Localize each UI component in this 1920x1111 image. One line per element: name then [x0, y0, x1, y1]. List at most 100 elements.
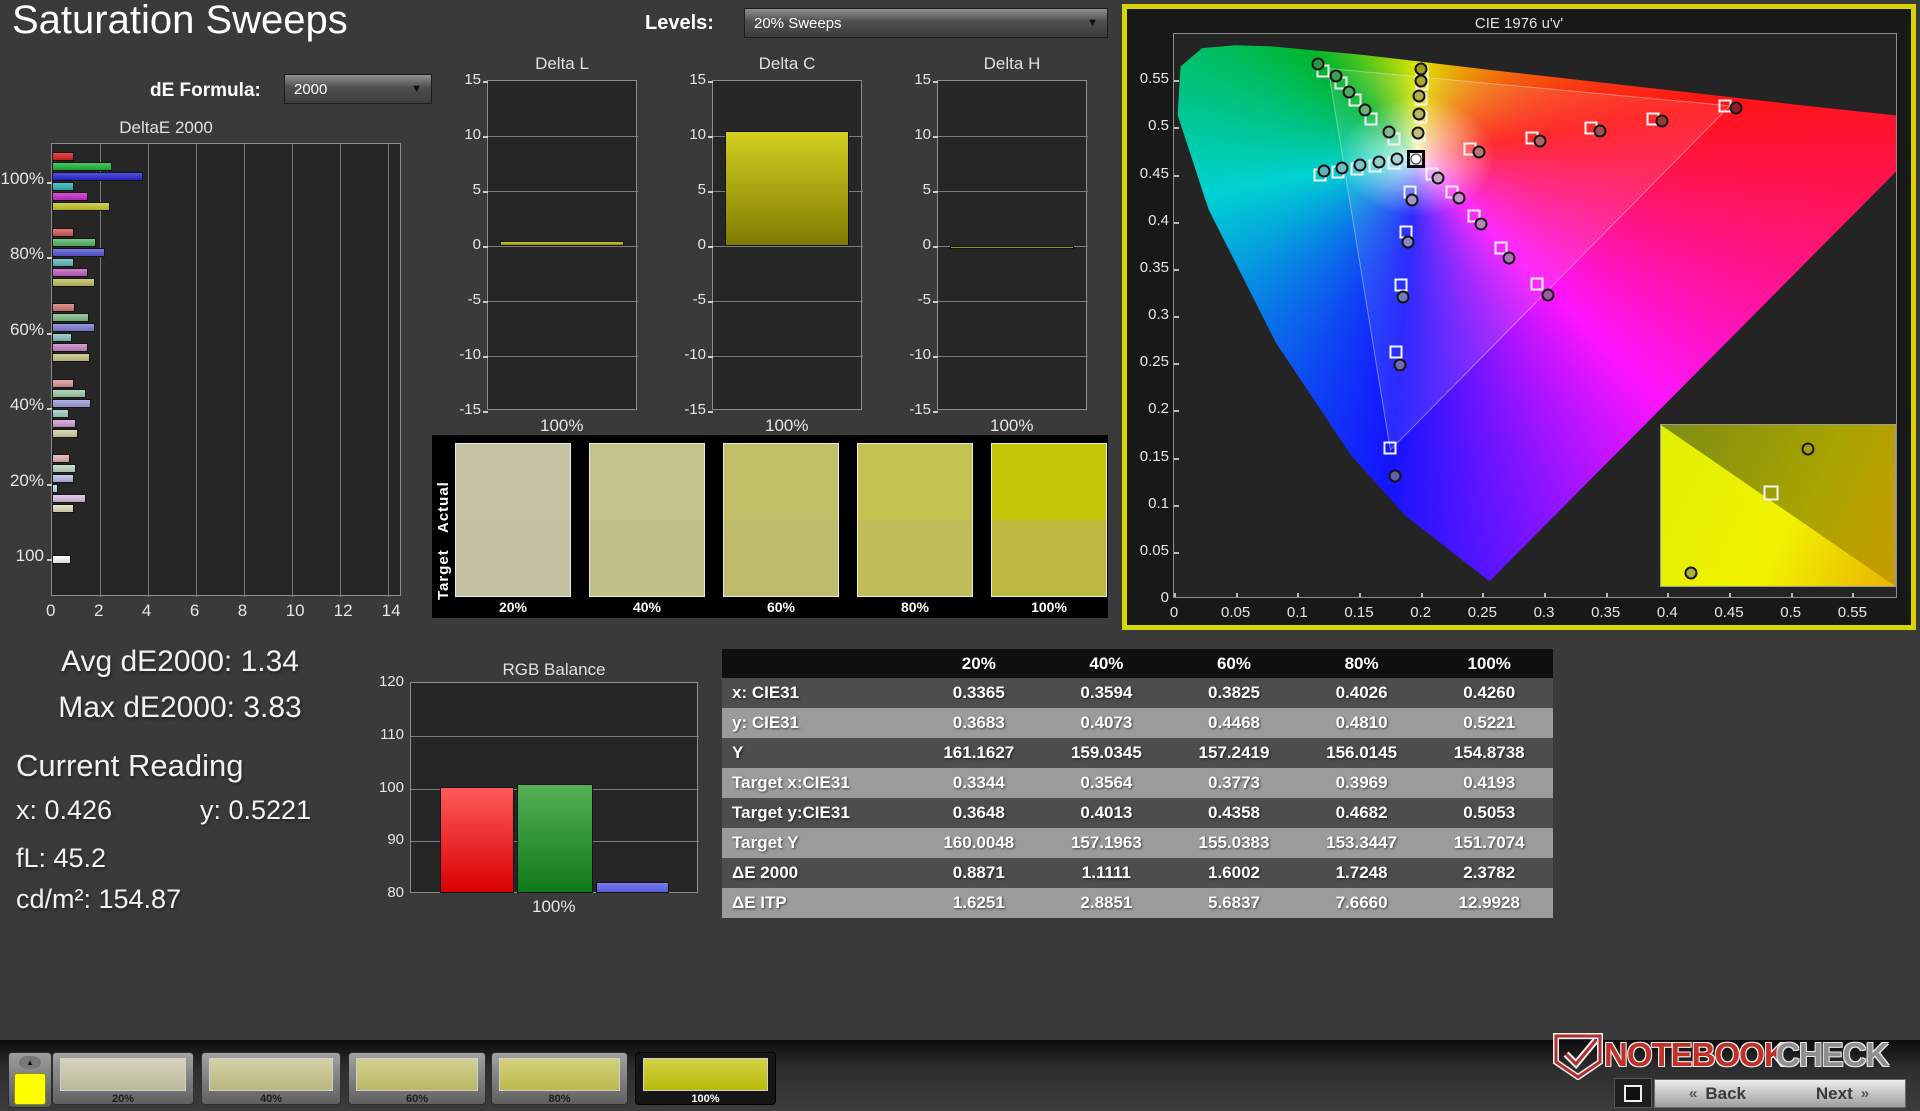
table-cell: 0.3969 [1298, 768, 1426, 798]
axis-tick [1174, 458, 1179, 460]
table-cell: 1.6002 [1170, 858, 1298, 888]
thumbnail-swatch [499, 1058, 620, 1091]
table-cell: 0.3773 [1170, 768, 1298, 798]
inset-target-square [1763, 485, 1778, 500]
table-cell: 0.3648 [915, 798, 1043, 828]
cie-x-tick-label: 0.05 [1221, 604, 1251, 621]
measured-point-red [1534, 134, 1547, 147]
next-button[interactable]: Next » [1780, 1079, 1906, 1108]
table-cell: 157.1963 [1043, 828, 1171, 858]
target-row-label: Target [435, 530, 452, 600]
table-cell: 0.3344 [915, 768, 1043, 798]
cie-1976-uv-panel: CIE 1976 u'v'0.550.50.450.40.350.30.250.… [1122, 4, 1916, 630]
thumbnail-label: 20% [53, 1093, 193, 1105]
table-cell: 0.4073 [1043, 708, 1171, 738]
x-category-label: 100% [765, 416, 808, 436]
thumbnail-100%[interactable]: 100% [635, 1052, 776, 1105]
de-bar-60%-5 [52, 353, 90, 362]
table-cell: 0.5221 [1425, 708, 1553, 738]
de-bar-100%-4 [52, 192, 88, 201]
table-grid: 20%40%60%80%100%x: CIE310.33650.35940.38… [722, 649, 1553, 918]
swatch-label: 60% [723, 599, 839, 615]
cie-y-tick-label: 0.35 [1129, 259, 1169, 276]
de-bar-60%-0 [52, 303, 75, 312]
y-tick-label: 10 [901, 126, 931, 143]
delta_l-plot [487, 80, 637, 410]
axis-tick [1174, 175, 1179, 177]
measured-point-cyan [1318, 164, 1331, 177]
de-bar-20%-4 [52, 494, 86, 503]
de-bar-20%-5 [52, 504, 74, 513]
table-cell: 5.6837 [1170, 888, 1298, 918]
row-label: Target Y [722, 828, 915, 858]
measured-point-yellow [1414, 62, 1427, 75]
de-bar-40%-2 [52, 399, 91, 408]
current-fl-value: fL: 45.2 [16, 843, 106, 874]
y-tick-label: 15 [451, 71, 481, 88]
current-x-value: x: 0.426 [16, 795, 112, 826]
x-tick-label: 2 [94, 601, 103, 621]
swatch-label: 40% [589, 599, 705, 615]
x-category-label: 100% [990, 416, 1033, 436]
y-tick-label: -10 [901, 346, 931, 363]
measured-point-cyan [1372, 156, 1385, 169]
measured-point-blue [1393, 359, 1406, 372]
cie-inset-dark-half [1661, 425, 1895, 586]
de-bar-40%-0 [52, 379, 74, 388]
column-header-80%: 80% [1298, 649, 1426, 678]
thumbnail-40%[interactable]: 40% [201, 1052, 341, 1105]
x-tick-label: 10 [286, 601, 305, 621]
axis-tick [708, 411, 713, 413]
row-label: Target x:CIE31 [722, 768, 915, 798]
table-cell: 155.0383 [1170, 828, 1298, 858]
axis-tick [483, 246, 488, 248]
scroll-up-icon[interactable]: ▲ [19, 1056, 41, 1069]
x-tick-label: 0 [46, 601, 55, 621]
cie-y-tick-label: 0.15 [1129, 448, 1169, 465]
gridline [244, 144, 245, 597]
table-cell: 0.3564 [1043, 768, 1171, 798]
next-button-label: Next [1816, 1084, 1853, 1104]
axis-tick [1174, 552, 1179, 554]
de-formula-dropdown[interactable]: 2000 ▼ [284, 74, 432, 104]
axis-tick [1791, 593, 1793, 598]
cie-y-tick-label: 0.3 [1129, 306, 1169, 323]
cie-x-tick-label: 0.1 [1282, 604, 1312, 621]
levels-dropdown[interactable]: 20% Sweeps ▼ [744, 8, 1108, 38]
measured-point-magenta [1452, 192, 1465, 205]
thumbnail-60%[interactable]: 60% [348, 1052, 486, 1105]
measured-point-blue [1388, 470, 1401, 483]
y-tick-label: 110 [370, 726, 404, 743]
swatch-actual [724, 444, 838, 520]
swatch-60% [723, 443, 839, 597]
de-bar-100%-0 [52, 152, 74, 161]
x-tick-label: 14 [382, 601, 401, 621]
gridline [938, 301, 1088, 302]
measured-point-yellow [1414, 75, 1427, 88]
de-bar-100%-1 [52, 162, 112, 171]
axis-tick [1667, 593, 1669, 598]
x-tick-label: 4 [142, 601, 151, 621]
footer: NOTEBOOK CHECK « Back Next » [1552, 1030, 1912, 1108]
de-bar-20%-0 [52, 454, 70, 463]
measured-point-magenta [1541, 289, 1554, 302]
swatch-label: 80% [857, 599, 973, 615]
axis-tick [1421, 593, 1423, 598]
measured-point-green [1343, 86, 1356, 99]
axis-tick [708, 301, 713, 303]
measured-point-yellow [1413, 108, 1426, 121]
current-reading-label: Current Reading [16, 748, 243, 784]
thumbnail-80%[interactable]: 80% [491, 1052, 628, 1105]
measured-point-cyan [1335, 161, 1348, 174]
target-point-magenta [1530, 277, 1543, 290]
de-bar-60%-3 [52, 333, 72, 342]
window-restore-button[interactable] [1614, 1078, 1652, 1108]
thumbnail-label: 60% [349, 1093, 485, 1105]
thumbnail-20%[interactable]: 20% [52, 1052, 194, 1105]
axis-tick [708, 81, 713, 83]
column-header-100%: 100% [1425, 649, 1553, 678]
cie-x-tick-label: 0.3 [1529, 604, 1559, 621]
current-color-chip[interactable] [14, 1073, 46, 1105]
back-button[interactable]: « Back [1654, 1079, 1781, 1108]
gridline [488, 191, 638, 192]
